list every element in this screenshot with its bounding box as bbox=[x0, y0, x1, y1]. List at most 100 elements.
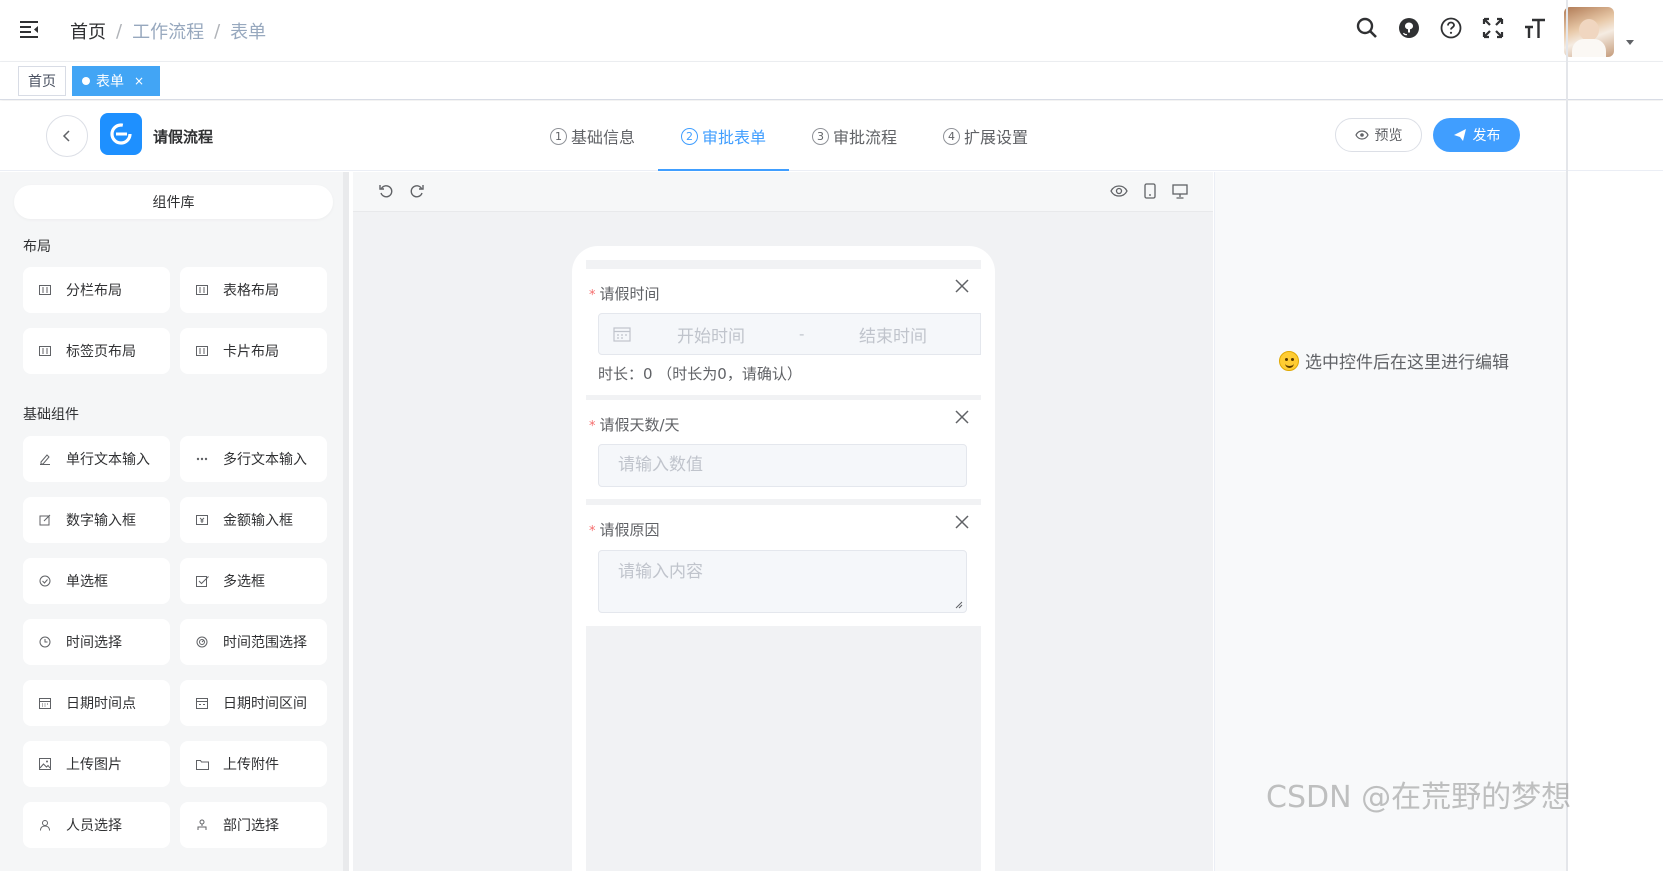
app-logo-icon bbox=[100, 113, 142, 155]
date-range-picker[interactable]: 开始时间 - 结束时间 bbox=[598, 313, 981, 355]
close-icon[interactable] bbox=[953, 408, 971, 426]
undo-icon[interactable] bbox=[376, 181, 396, 201]
component-library: 组件库 布局 分栏布局 表格布局 标签页布局 卡片布局 基础组件 单行文本输入 … bbox=[0, 172, 349, 871]
radio-icon bbox=[38, 574, 52, 588]
required-mark: * bbox=[589, 524, 596, 539]
component-checkbox[interactable]: 多选框 bbox=[180, 558, 327, 604]
component-user-select[interactable]: 人员选择 bbox=[23, 802, 170, 848]
start-time-input[interactable]: 开始时间 bbox=[677, 322, 745, 347]
required-mark: * bbox=[589, 288, 596, 303]
component-upload-file[interactable]: 上传附件 bbox=[180, 741, 327, 787]
image-icon bbox=[38, 757, 52, 771]
field-label: * 请假原因 bbox=[589, 519, 660, 540]
close-icon[interactable] bbox=[953, 513, 971, 531]
label-text: 请假原因 bbox=[599, 521, 660, 539]
tag-label: 首页 bbox=[28, 74, 56, 90]
preview-label: 预览 bbox=[1374, 128, 1403, 144]
component-column-layout[interactable]: 分栏布局 bbox=[23, 267, 170, 313]
component-table-layout[interactable]: 表格布局 bbox=[180, 267, 327, 313]
hamburger-menu-icon[interactable] bbox=[18, 18, 40, 40]
search-icon[interactable] bbox=[1355, 16, 1379, 40]
folder-icon bbox=[195, 757, 209, 771]
github-icon[interactable] bbox=[1397, 16, 1421, 40]
component-label: 标签页布局 bbox=[66, 344, 136, 360]
clock-icon bbox=[38, 635, 52, 649]
component-number-input[interactable]: 数字输入框 bbox=[23, 497, 170, 543]
component-radio[interactable]: 单选框 bbox=[23, 558, 170, 604]
tab-approval-form[interactable]: 2 审批表单 bbox=[658, 101, 790, 171]
tab-extended-settings[interactable]: 4 扩展设置 bbox=[920, 101, 1051, 171]
library-scrollbar[interactable] bbox=[343, 172, 349, 871]
breadcrumb-separator: / bbox=[214, 20, 221, 42]
back-button[interactable] bbox=[46, 115, 88, 157]
edit-hint: 选中控件后在这里进行编辑 bbox=[1279, 348, 1509, 373]
edit-icon bbox=[38, 513, 52, 527]
tags-view: 首页 表单 × bbox=[0, 62, 1663, 100]
avatar[interactable] bbox=[1564, 7, 1614, 57]
component-card-layout[interactable]: 卡片布局 bbox=[180, 328, 327, 374]
component-dept-select[interactable]: 部门选择 bbox=[180, 802, 327, 848]
component-time-range[interactable]: 时间范围选择 bbox=[180, 619, 327, 665]
component-label: 人员选择 bbox=[66, 818, 122, 834]
form-area: * 请假时间 开始时间 - 结束时间 时长：0 （时长为0，请确认） * 请假天数/… bbox=[586, 260, 981, 871]
close-icon[interactable] bbox=[953, 277, 971, 295]
component-upload-image[interactable]: 上传图片 bbox=[23, 741, 170, 787]
desktop-view-icon[interactable] bbox=[1170, 181, 1190, 201]
form-field-leave-reason[interactable]: * 请假原因 请输入内容 bbox=[586, 505, 981, 626]
component-datetime[interactable]: 日期时间点 bbox=[23, 680, 170, 726]
component-datetime-range[interactable]: 日期时间区间 bbox=[180, 680, 327, 726]
breadcrumb-home[interactable]: 首页 bbox=[70, 18, 106, 44]
more-dots-icon bbox=[195, 452, 209, 466]
font-size-icon[interactable] bbox=[1523, 16, 1547, 40]
date-range-icon bbox=[195, 696, 209, 710]
form-field-leave-time[interactable]: * 请假时间 开始时间 - 结束时间 时长：0 （时长为0，请确认） bbox=[586, 269, 981, 395]
breadcrumb-current: 表单 bbox=[230, 22, 267, 43]
breadcrumb-workflow[interactable]: 工作流程 bbox=[132, 18, 204, 44]
tag-form[interactable]: 表单 × bbox=[72, 66, 160, 96]
form-field-leave-days[interactable]: * 请假天数/天 请输入数值 bbox=[586, 400, 981, 499]
tab-basic-info[interactable]: 1 基础信息 bbox=[527, 101, 658, 171]
component-money-input[interactable]: 金额输入框 bbox=[180, 497, 327, 543]
resize-handle-icon[interactable] bbox=[955, 601, 963, 609]
close-tag-icon[interactable]: × bbox=[134, 74, 144, 88]
tab-approval-flow[interactable]: 3 审批流程 bbox=[789, 101, 920, 171]
textarea-placeholder: 请输入内容 bbox=[618, 562, 703, 582]
reason-textarea[interactable]: 请输入内容 bbox=[598, 550, 967, 613]
user-icon bbox=[38, 818, 52, 832]
days-number-input[interactable]: 请输入数值 bbox=[598, 444, 967, 487]
mobile-view-icon[interactable] bbox=[1140, 181, 1160, 201]
table-icon bbox=[195, 283, 209, 297]
breadcrumb-separator: / bbox=[116, 20, 123, 42]
page-scrollbar[interactable] bbox=[1566, 0, 1568, 871]
help-icon[interactable] bbox=[1439, 16, 1463, 40]
calendar-icon bbox=[38, 696, 52, 710]
preview-eye-icon[interactable] bbox=[1109, 181, 1129, 201]
field-label: * 请假天数/天 bbox=[589, 414, 680, 435]
component-tabs-layout[interactable]: 标签页布局 bbox=[23, 328, 170, 374]
component-single-line-text[interactable]: 单行文本输入 bbox=[23, 436, 170, 482]
publish-button[interactable]: 发布 bbox=[1433, 118, 1520, 152]
checkbox-icon bbox=[195, 574, 209, 588]
step-number: 2 bbox=[681, 127, 699, 145]
component-time-picker[interactable]: 时间选择 bbox=[23, 619, 170, 665]
component-label: 单选框 bbox=[66, 574, 108, 590]
redo-icon[interactable] bbox=[407, 181, 427, 201]
caret-down-icon[interactable] bbox=[1626, 40, 1634, 45]
fullscreen-icon[interactable] bbox=[1481, 16, 1505, 40]
component-multi-line-text[interactable]: 多行文本输入 bbox=[180, 436, 327, 482]
pen-icon bbox=[38, 452, 52, 466]
step-label: 基础信息 bbox=[571, 128, 636, 147]
component-label: 数字输入框 bbox=[66, 513, 136, 529]
end-time-input[interactable]: 结束时间 bbox=[859, 322, 927, 347]
component-label: 日期时间区间 bbox=[223, 696, 307, 712]
step-tabs: 1 基础信息 2 审批表单 3 审批流程 4 扩展设置 bbox=[527, 101, 1051, 171]
library-title: 组件库 bbox=[14, 185, 333, 219]
step-number: 4 bbox=[943, 127, 961, 145]
step-number: 3 bbox=[812, 127, 830, 145]
component-label: 分栏布局 bbox=[66, 283, 122, 299]
preview-button[interactable]: 预览 bbox=[1335, 118, 1422, 152]
columns-icon bbox=[38, 283, 52, 297]
tag-home[interactable]: 首页 bbox=[18, 66, 66, 96]
duration-note: 时长：0 （时长为0，请确认） bbox=[598, 365, 802, 383]
header-actions bbox=[1355, 16, 1547, 40]
